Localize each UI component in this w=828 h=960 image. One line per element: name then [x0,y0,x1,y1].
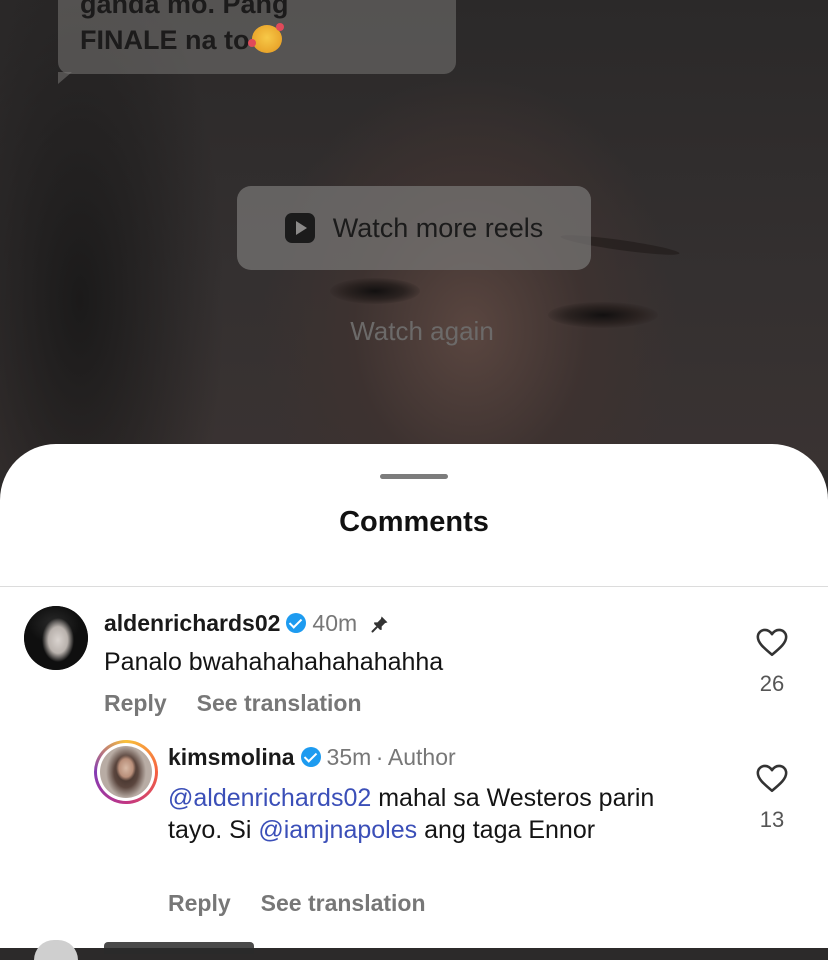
caption-text: ganda mo. Pang FINALE na to [80,0,460,58]
like-count: 13 [759,807,785,832]
watch-more-reels-button[interactable]: Watch more reels [237,186,591,270]
comment-actions: Reply See translation [168,890,456,917]
author-label: Author [387,744,456,770]
watch-again-button[interactable]: Watch again [0,316,828,347]
next-comment-username-clipped [104,942,254,954]
smiling-hearts-emoji-icon [247,23,284,53]
mention-link[interactable]: @iamjnapoles [258,816,417,844]
like-control: 13 [752,762,792,833]
caption-line-1: ganda mo. Pang [80,0,289,19]
heart-outline-icon[interactable] [755,626,789,658]
video-frame-detail [330,278,420,304]
watch-more-reels-label: Watch more reels [332,212,544,243]
like-count: 26 [759,671,785,696]
comments-sheet: Comments aldenrichards02 40m Panalo bwaha… [0,444,828,960]
reply-button[interactable]: Reply [168,890,231,916]
see-translation-button[interactable]: See translation [197,690,362,716]
heart-outline-icon[interactable] [755,762,789,794]
see-translation-button[interactable]: See translation [261,890,426,916]
comment-time: 35m [326,744,372,770]
comment-item: aldenrichards02 40m Panalo bwahahahahahah… [0,604,828,734]
sheet-grabber-handle[interactable] [380,474,448,479]
comment-actions: Reply See translation [104,690,392,717]
verified-badge-icon [286,613,307,633]
header-divider [0,586,828,587]
comment-username[interactable]: kimsmolina [168,744,295,770]
comment-header: aldenrichards02 40m [104,610,390,637]
pin-icon [371,616,388,633]
comment-header: kimsmolina 35m · Author [168,744,456,771]
avatar[interactable] [34,940,78,960]
reels-play-icon [284,213,315,243]
comment-text: @aldenrichards02 mahal sa Westeros parin… [168,784,655,844]
like-control: 26 [752,626,792,697]
comment-username[interactable]: aldenrichards02 [104,610,280,636]
mention-link[interactable]: @aldenrichards02 [168,784,371,812]
verified-badge-icon [300,747,321,767]
comment-time: 40m [312,610,358,636]
comments-title: Comments [339,506,489,538]
caption-line-2: FINALE na to [80,23,284,55]
reply-button[interactable]: Reply [104,690,167,716]
reply-comment-item: kimsmolina 35m · Author @aldenrichards02 … [0,740,828,930]
avatar[interactable] [94,740,158,804]
avatar[interactable] [24,606,88,670]
meta-separator: · [375,744,384,770]
comment-text: Panalo bwahahahahahahahha [104,648,444,676]
